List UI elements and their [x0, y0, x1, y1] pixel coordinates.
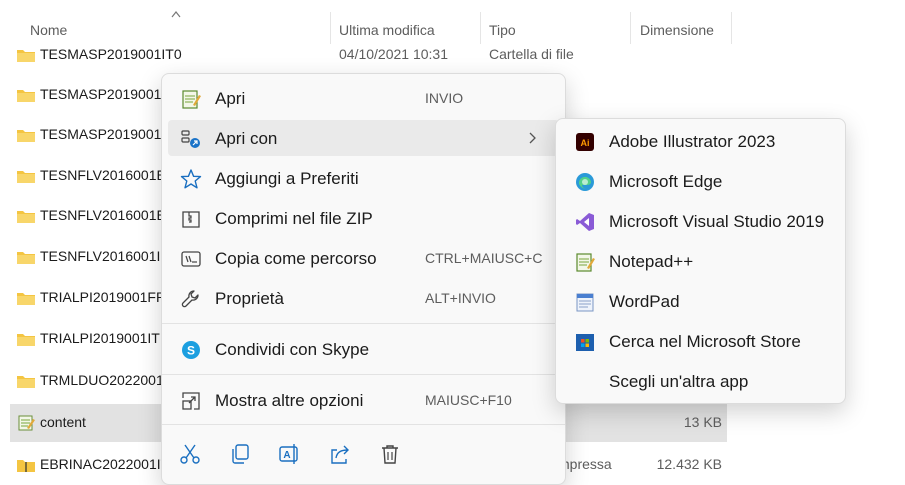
menu-item-shortcut: MAIUSC+F10 — [425, 392, 512, 408]
notepad-file-icon — [18, 415, 35, 431]
submenu-item-illustrator[interactable]: Ai Adobe Illustrator 2023 — [562, 123, 839, 159]
chevron-right-icon — [529, 132, 536, 144]
zip-folder-icon — [17, 460, 35, 472]
wordpad-icon — [576, 293, 594, 312]
sort-ascending-icon[interactable] — [171, 10, 181, 18]
menu-item-label: Aggiungi a Preferiti — [215, 169, 359, 188]
menu-item-label: Condividi con Skype — [215, 340, 370, 359]
menu-item-label: Proprietà — [215, 289, 284, 308]
submenu-item-store[interactable]: Cerca nel Microsoft Store — [562, 323, 839, 359]
submenu-item-edge[interactable]: Microsoft Edge — [562, 163, 839, 199]
copy-icon[interactable] — [228, 442, 252, 466]
delete-icon[interactable] — [378, 442, 402, 466]
svg-text:A: A — [283, 450, 290, 461]
skype-icon: S — [182, 341, 200, 359]
column-divider[interactable] — [731, 12, 732, 44]
edge-icon — [576, 173, 594, 191]
folder-icon — [17, 252, 35, 264]
menu-separator — [162, 374, 565, 375]
open-with-icon — [181, 130, 200, 148]
file-name: content — [40, 414, 86, 430]
file-name: TESNFLV2016001E — [40, 207, 166, 223]
menu-item-label: Apri con — [215, 129, 278, 148]
submenu-item-visual-studio[interactable]: Microsoft Visual Studio 2019 — [562, 203, 839, 239]
submenu-item-label: WordPad — [609, 292, 680, 311]
submenu-item-label: Microsoft Visual Studio 2019 — [609, 212, 825, 231]
submenu-item-label: Scegli un'altra app — [609, 372, 749, 391]
folder-icon — [17, 50, 35, 62]
menu-separator — [162, 323, 565, 324]
rename-icon[interactable]: A — [278, 442, 302, 466]
notepadpp-icon — [576, 253, 595, 272]
menu-item-apri-con[interactable]: Apri con — [168, 120, 559, 156]
menu-item-shortcut: INVIO — [425, 90, 464, 106]
share-icon[interactable] — [328, 442, 352, 466]
file-name: TESNFLV2016001I — [40, 248, 161, 264]
illustrator-icon: Ai — [576, 133, 594, 151]
submenu-item-label: Adobe Illustrator 2023 — [609, 132, 776, 151]
visual-studio-icon — [576, 213, 594, 231]
folder-icon — [17, 211, 35, 223]
folder-icon — [17, 130, 35, 142]
file-name: EBRINAC2022001IT — [40, 456, 170, 472]
file-name: TESNFLV2016001E — [40, 167, 166, 183]
file-name: TRIALPI2019001FR — [40, 289, 167, 305]
menu-item-label: Copia come percorso — [215, 249, 377, 268]
submenu-item-label: Cerca nel Microsoft Store — [609, 332, 801, 351]
folder-icon — [17, 376, 35, 388]
cut-icon[interactable] — [178, 442, 202, 466]
svg-text:S: S — [187, 344, 195, 358]
menu-item-shortcut: CTRL+MAIUSC+C — [425, 250, 543, 266]
menu-item-comprimi-zip[interactable]: Comprimi nel file ZIP — [168, 200, 559, 236]
menu-item-aggiungi-preferiti[interactable]: Aggiungi a Preferiti — [168, 160, 559, 196]
submenu-item-other-app[interactable]: Scegli un'altra app — [562, 363, 839, 399]
file-name: TESMASP2019001 — [40, 126, 162, 142]
file-size: 12.432 KB — [656, 456, 722, 472]
menu-item-proprieta[interactable]: Proprietà ALT+INVIO — [168, 280, 559, 316]
folder-icon — [17, 334, 35, 346]
wrench-icon — [181, 290, 199, 308]
file-name: TESMASP2019001 — [40, 86, 162, 102]
menu-item-apri[interactable]: Apri INVIO — [168, 80, 559, 116]
star-icon — [180, 169, 202, 189]
file-type: mpressa — [558, 456, 612, 472]
table-row[interactable]: TESMASP2019001IT0 04/10/2021 10:31 Carte… — [10, 36, 727, 74]
context-menu: Apri INVIO Apri con Aggiungi a Preferiti… — [161, 73, 566, 485]
menu-item-skype[interactable]: S Condividi con Skype — [168, 331, 559, 367]
file-type: Cartella di file — [489, 46, 574, 62]
file-size: 13 KB — [683, 414, 722, 430]
file-name: TESMASP2019001IT0 — [40, 46, 182, 62]
notepad-icon — [182, 90, 201, 109]
file-name: TRMLDUO2022001 — [40, 372, 164, 388]
menu-item-altre-opzioni[interactable]: Mostra altre opzioni MAIUSC+F10 — [168, 382, 559, 418]
submenu-item-wordpad[interactable]: WordPad — [562, 283, 839, 319]
file-name: TRIALPI2019001IT — [40, 330, 160, 346]
menu-separator — [162, 424, 565, 425]
store-icon — [576, 334, 594, 351]
submenu-item-label: Microsoft Edge — [609, 172, 723, 191]
copy-path-icon — [181, 251, 201, 267]
open-with-submenu: Ai Adobe Illustrator 2023 Microsoft Edge… — [555, 118, 846, 404]
menu-item-shortcut: ALT+INVIO — [425, 290, 496, 306]
svg-text:Ai: Ai — [581, 138, 590, 148]
menu-item-label: Comprimi nel file ZIP — [215, 209, 373, 228]
submenu-item-label: Notepad++ — [609, 252, 694, 271]
zip-icon — [182, 211, 200, 228]
menu-item-label: Mostra altre opzioni — [215, 391, 364, 410]
folder-icon — [17, 293, 35, 305]
more-options-icon — [182, 392, 200, 410]
folder-icon — [17, 90, 35, 102]
menu-item-label: Apri — [215, 89, 246, 108]
menu-item-copia-percorso[interactable]: Copia come percorso CTRL+MAIUSC+C — [168, 240, 559, 276]
submenu-item-notepadpp[interactable]: Notepad++ — [562, 243, 839, 279]
file-date: 04/10/2021 10:31 — [339, 46, 448, 62]
folder-icon — [17, 171, 35, 183]
